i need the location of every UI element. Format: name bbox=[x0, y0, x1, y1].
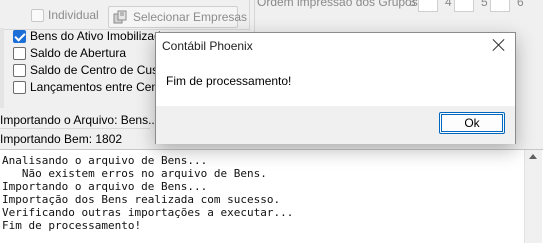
dialog-footer: Ok bbox=[156, 106, 515, 144]
status-divider bbox=[0, 128, 150, 129]
log-scrollbar[interactable] bbox=[524, 150, 542, 243]
log-line: Não existem erros no arquivo de Bens. bbox=[2, 167, 267, 180]
left-border-strip bbox=[0, 28, 4, 108]
dialog-title: Contábil Phoenix bbox=[162, 39, 253, 53]
order-input-5[interactable] bbox=[490, 0, 510, 12]
individual-checkbox[interactable] bbox=[31, 9, 44, 22]
order-number-6: 6 bbox=[517, 0, 524, 9]
log-line: Verificando outras importações a executa… bbox=[2, 206, 294, 219]
opening-balance-label: Saldo de Abertura bbox=[30, 46, 127, 60]
log-line: Analisando o arquivo de Bens... bbox=[2, 154, 208, 167]
ok-button[interactable]: Ok bbox=[439, 112, 505, 134]
log-line: Fim de processamento! bbox=[2, 219, 142, 232]
status-file-text: Importando o Arquivo: Bens... bbox=[0, 113, 159, 127]
log-line: Importação dos Bens realizada com sucess… bbox=[2, 193, 281, 206]
status-item-text: Importando Bem: 1802 bbox=[0, 132, 123, 146]
print-order-label: Ordem impressão dos Grupos: bbox=[257, 0, 422, 9]
close-icon[interactable] bbox=[492, 38, 506, 52]
order-number-3: 3 bbox=[409, 0, 416, 9]
order-number-4: 4 bbox=[445, 0, 452, 9]
select-companies-button[interactable]: Selecionar Empresas bbox=[108, 6, 247, 28]
order-input-4[interactable] bbox=[454, 0, 474, 12]
cost-center-balance-label: Saldo de Centro de Custo bbox=[30, 63, 169, 77]
fixed-assets-label: Bens do Ativo Imobilizado bbox=[30, 29, 168, 43]
order-input-3[interactable] bbox=[418, 0, 438, 12]
opening-balance-checkbox[interactable] bbox=[13, 47, 26, 60]
companies-icon bbox=[113, 10, 127, 24]
message-dialog: Contábil Phoenix Fim de processamento! O… bbox=[155, 32, 516, 144]
scroll-up-arrow-icon[interactable] bbox=[529, 154, 537, 159]
dialog-message: Fim de processamento! bbox=[166, 74, 292, 88]
cost-center-balance-checkbox[interactable] bbox=[13, 64, 26, 77]
processing-log[interactable]: Analisando o arquivo de Bens... Não exis… bbox=[0, 149, 543, 243]
individual-label: Individual bbox=[48, 8, 99, 22]
log-line: Importando o arquivo de Bens... bbox=[2, 180, 208, 193]
center-entries-checkbox[interactable] bbox=[13, 81, 26, 94]
fixed-assets-checkbox[interactable] bbox=[13, 30, 26, 43]
order-number-5: 5 bbox=[481, 0, 488, 9]
select-companies-label: Selecionar Empresas bbox=[133, 10, 248, 24]
